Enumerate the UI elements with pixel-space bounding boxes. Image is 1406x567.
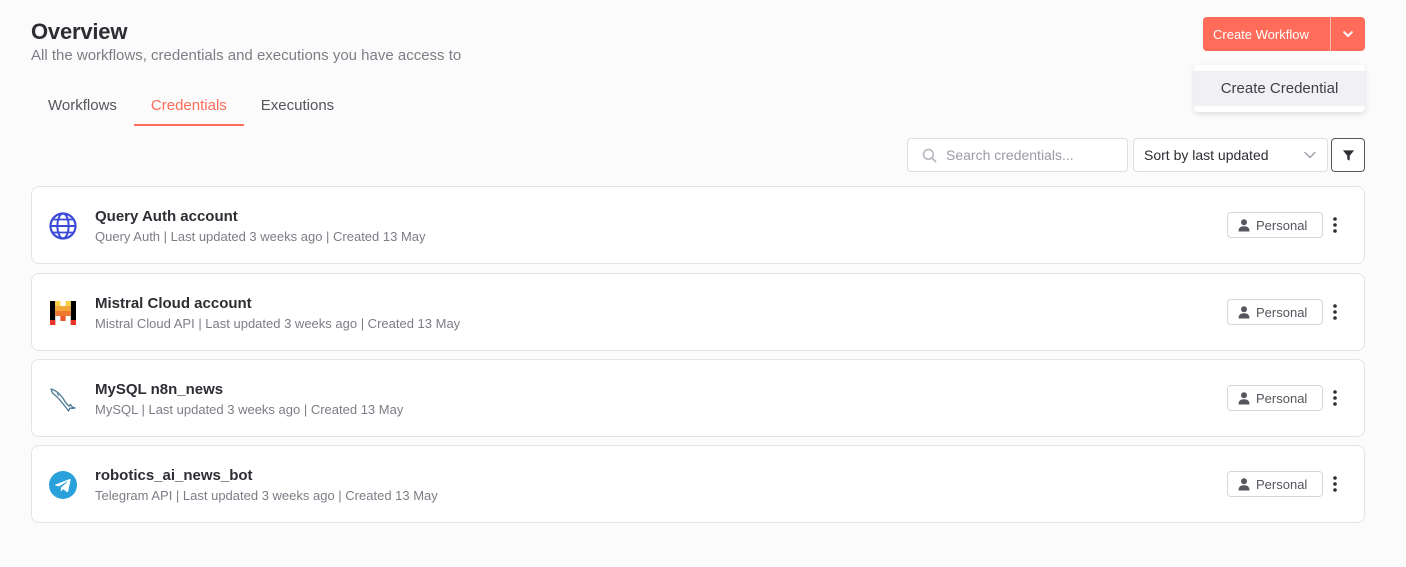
search-icon	[922, 148, 937, 162]
owner-badge: Personal	[1227, 299, 1323, 325]
globe-icon	[48, 211, 78, 241]
chevron-down-icon	[1304, 151, 1316, 159]
create-dropdown-toggle[interactable]	[1330, 17, 1365, 51]
search-input[interactable]	[946, 147, 1126, 163]
tab-credentials[interactable]: Credentials	[133, 92, 244, 126]
filter-icon	[1342, 149, 1354, 161]
more-options-icon[interactable]	[1326, 213, 1344, 237]
mistral-logo-icon	[48, 298, 78, 328]
credential-meta: Mistral Cloud API | Last updated 3 weeks…	[95, 316, 461, 331]
page-subtitle: All the workflows, credentials and execu…	[31, 47, 462, 64]
search-box	[907, 138, 1128, 172]
chevron-down-icon	[1343, 30, 1353, 37]
credential-title: robotics_ai_news_bot	[95, 467, 253, 484]
user-icon	[1238, 305, 1250, 319]
owner-badge: Personal	[1227, 212, 1323, 238]
owner-badge-label: Personal	[1256, 217, 1308, 233]
credential-card[interactable]: robotics_ai_news_bot Telegram API | Last…	[31, 445, 1365, 523]
tab-workflows[interactable]: Workflows	[31, 92, 134, 126]
mysql-dolphin-icon	[48, 384, 78, 414]
telegram-icon	[48, 470, 78, 500]
overview-tabs: Workflows Credentials Executions	[31, 92, 351, 126]
user-icon	[1238, 477, 1250, 491]
more-options-icon[interactable]	[1326, 472, 1344, 496]
credential-meta: Query Auth | Last updated 3 weeks ago | …	[95, 229, 426, 244]
owner-badge: Personal	[1227, 471, 1323, 497]
create-dropdown-menu: Create Credential	[1194, 65, 1365, 112]
create-credential-menu-item[interactable]: Create Credential	[1194, 71, 1365, 106]
create-button-group: Create Workflow	[1203, 17, 1365, 51]
owner-badge-label: Personal	[1256, 476, 1308, 492]
owner-badge: Personal	[1227, 385, 1323, 411]
credential-title: Query Auth account	[95, 208, 238, 225]
credential-title: Mistral Cloud account	[95, 295, 252, 312]
create-workflow-button[interactable]: Create Workflow	[1203, 17, 1330, 51]
credential-card[interactable]: Query Auth account Query Auth | Last upd…	[31, 186, 1365, 264]
credential-meta: Telegram API | Last updated 3 weeks ago …	[95, 488, 438, 503]
more-options-icon[interactable]	[1326, 386, 1344, 410]
credential-meta: MySQL | Last updated 3 weeks ago | Creat…	[95, 402, 404, 417]
page-title: Overview	[31, 19, 128, 44]
user-icon	[1238, 218, 1250, 232]
credential-title: MySQL n8n_news	[95, 381, 224, 398]
credential-card[interactable]: Mistral Cloud account Mistral Cloud API …	[31, 273, 1365, 351]
owner-badge-label: Personal	[1256, 304, 1308, 320]
sort-select-value: Sort by last updated	[1144, 147, 1269, 163]
sort-select[interactable]: Sort by last updated	[1133, 138, 1328, 172]
owner-badge-label: Personal	[1256, 390, 1308, 406]
user-icon	[1238, 391, 1250, 405]
tab-executions[interactable]: Executions	[244, 92, 351, 126]
credential-card[interactable]: MySQL n8n_news MySQL | Last updated 3 we…	[31, 359, 1365, 437]
more-options-icon[interactable]	[1326, 300, 1344, 324]
filter-button[interactable]	[1331, 138, 1365, 172]
